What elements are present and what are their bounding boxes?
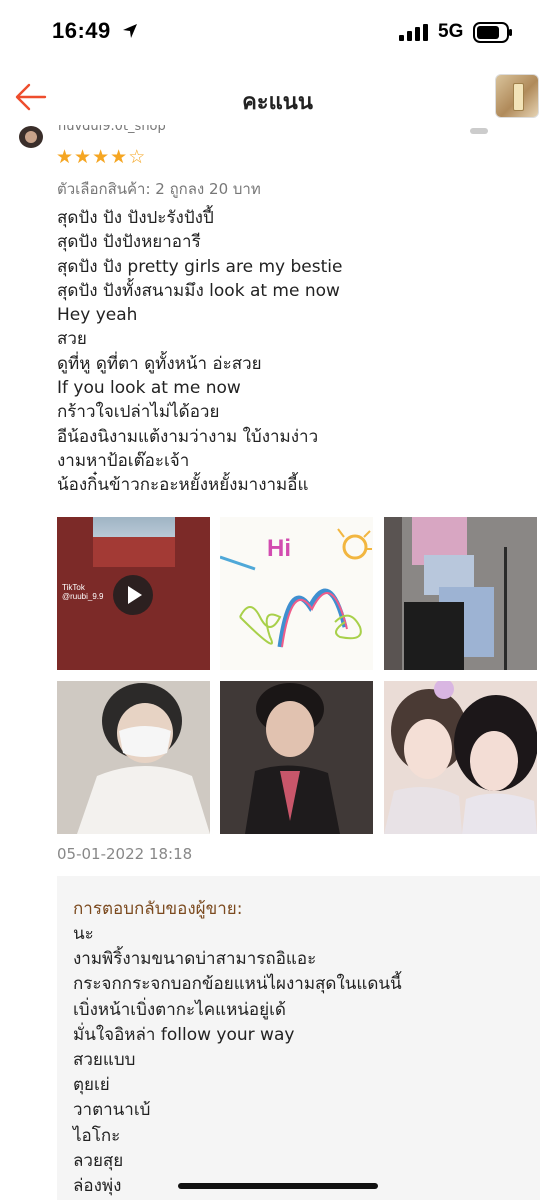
- tiktok-watermark: TikTok @ruubi_9.9: [62, 583, 103, 601]
- reply-line: มั่นใจอิหล่า follow your way: [73, 1024, 295, 1045]
- seller-reply-text: นะ งามพิริ้งามขนาดบ่าสามารถอิแอะ กระจกกร…: [73, 922, 402, 1199]
- review-line: สวย: [57, 329, 87, 350]
- photo-selfie[interactable]: [384, 681, 537, 834]
- review-line: สุดปัง ปัง ปังปะรังปังปี้: [57, 208, 214, 228]
- reply-line: วาตานาเบ้: [73, 1100, 151, 1121]
- review-line: Hey yeah: [57, 305, 138, 326]
- star-filled-icon: ★: [92, 146, 111, 168]
- product-variation: ตัวเลือกสินค้า: 2 ถูกลง 20 บาท: [57, 180, 261, 198]
- tiktok-label: TikTok: [62, 583, 85, 592]
- doodle-drawing: [220, 528, 372, 648]
- location-arrow-icon: [123, 24, 137, 38]
- seller-reply-box: การตอบกลับของผู้ขาย: นะ งามพิริ้งามขนาดบ…: [57, 876, 540, 1200]
- review-line: สุดปัง ปังทั้งสนามมึง look at me now: [57, 280, 340, 301]
- reply-line: งามพิริ้งามขนาดบ่าสามารถอิแอะ: [73, 949, 317, 970]
- video-frame: [93, 517, 175, 567]
- photo-portrait[interactable]: [220, 681, 373, 834]
- review-line: น้องกิ๋นข้าวกะอะหยั้งหยั้งมางามอี้แ: [57, 475, 309, 496]
- portrait-photo: [220, 681, 373, 834]
- photo-mask[interactable]: [57, 681, 210, 834]
- reply-line: ตุยเย่: [73, 1075, 110, 1096]
- review-line: สุดปัง ปังปังหยาอารี: [57, 232, 201, 253]
- selfie-photo: [384, 681, 537, 834]
- star-empty-icon: ☆: [128, 146, 147, 168]
- photo-studio[interactable]: [384, 517, 537, 670]
- review-line: อีน้องนิงามแต้งามว่างาม ใบ้งามง่าว: [57, 426, 319, 447]
- tiktok-handle: @ruubi_9.9: [62, 592, 104, 601]
- star-rating: ★★★★☆: [56, 146, 146, 168]
- more-options-icon[interactable]: [470, 128, 488, 134]
- reply-line: ลวยสุย: [73, 1150, 124, 1171]
- nav-bar: คะแนน: [0, 66, 555, 128]
- review-text: สุดปัง ปัง ปังปะรังปังปี้ สุดปัง ปังปังห…: [57, 206, 527, 498]
- review-line: ดูที่หู ดูที่ตา ดูทั้งหน้า อ่ะสวย: [57, 353, 262, 374]
- status-bar: 16:49 5G: [0, 0, 555, 66]
- review-line: สุดปัง ปัง pretty girls are my bestie: [57, 256, 343, 277]
- product-thumbnail[interactable]: [495, 74, 539, 118]
- avatar[interactable]: [19, 126, 43, 148]
- signal-bars-icon: [399, 24, 428, 41]
- reply-line: เบิ่งหน้าเบิ่งตากะไคแหน่อยู่เด้: [73, 999, 286, 1020]
- video-thumbnail[interactable]: TikTok @ruubi_9.9: [57, 517, 210, 670]
- review-line: กร้าวใจเปล่าไม่ได้อวย: [57, 402, 220, 423]
- battery-icon: [473, 22, 512, 43]
- seller-reply-label: การตอบกลับของผู้ขาย:: [73, 899, 243, 919]
- star-filled-icon: ★: [74, 146, 93, 168]
- review-timestamp: 05-01-2022 18:18: [57, 845, 193, 863]
- page-title: คะแนน: [242, 90, 313, 115]
- review-line: งามหาป้อเต๊อะเจ้า: [57, 450, 190, 471]
- doodle-hi-text: Hi: [267, 535, 291, 562]
- review-line: If you look at me now: [57, 378, 241, 399]
- reply-line: สวยแบบ: [73, 1050, 136, 1071]
- star-filled-icon: ★: [110, 146, 129, 168]
- status-time: 16:49: [52, 18, 111, 43]
- studio-photo: [384, 517, 537, 670]
- play-icon[interactable]: [113, 575, 153, 615]
- star-filled-icon: ★: [56, 146, 75, 168]
- reply-line: นะ: [73, 924, 94, 944]
- reply-line: กระจกกระจกบอกข้อยแหน่ไผงามสุดในแดนนี้: [73, 974, 402, 995]
- product-bottle-image: [513, 83, 524, 111]
- mask-photo: [57, 681, 210, 834]
- network-label: 5G: [438, 21, 464, 42]
- reply-line: ไอโกะ: [73, 1125, 121, 1146]
- home-indicator[interactable]: [178, 1183, 378, 1189]
- doodle-image[interactable]: Hi: [220, 517, 373, 670]
